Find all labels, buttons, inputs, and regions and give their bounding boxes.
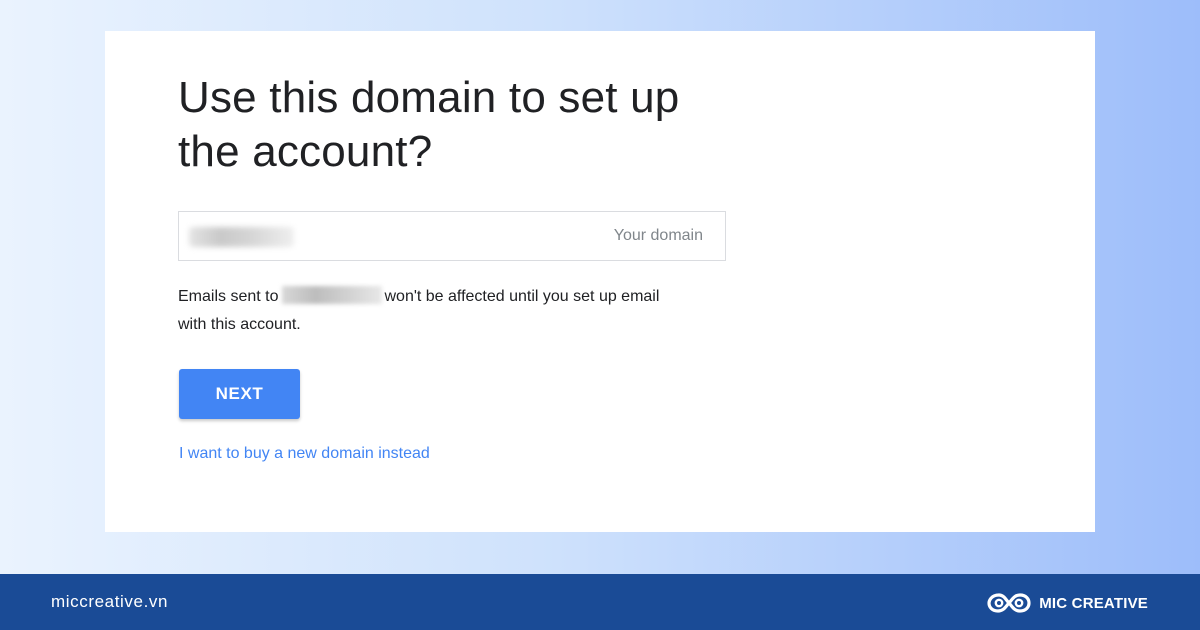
setup-card: Use this domain to set up the account? Yo… [105,31,1095,532]
footer-bar: miccreative.vn MIC CREATIVE [0,574,1200,630]
notice-prefix: Emails sent to [178,288,279,305]
domain-notice: Emails sent to won't be affected until yo… [178,283,738,339]
page-title: Use this domain to set up the account? [178,71,738,179]
brand: MIC CREATIVE [987,588,1148,618]
redacted-domain [282,286,383,304]
footer-website: miccreative.vn [51,592,169,611]
redacted-domain-value [189,227,294,247]
notice-suffix: won't be affected until you set up email [384,288,660,305]
next-button[interactable]: NEXT [179,369,300,419]
infinity-logo-icon [987,593,1031,613]
title-line-2: the account? [178,127,433,176]
buy-new-domain-link[interactable]: I want to buy a new domain instead [179,445,430,463]
title-line-1: Use this domain to set up [178,73,680,122]
brand-name: MIC CREATIVE [1039,594,1148,612]
domain-field[interactable]: Your domain [178,211,726,261]
notice-line-2: with this account. [178,316,301,333]
domain-field-hint: Your domain [613,227,703,244]
